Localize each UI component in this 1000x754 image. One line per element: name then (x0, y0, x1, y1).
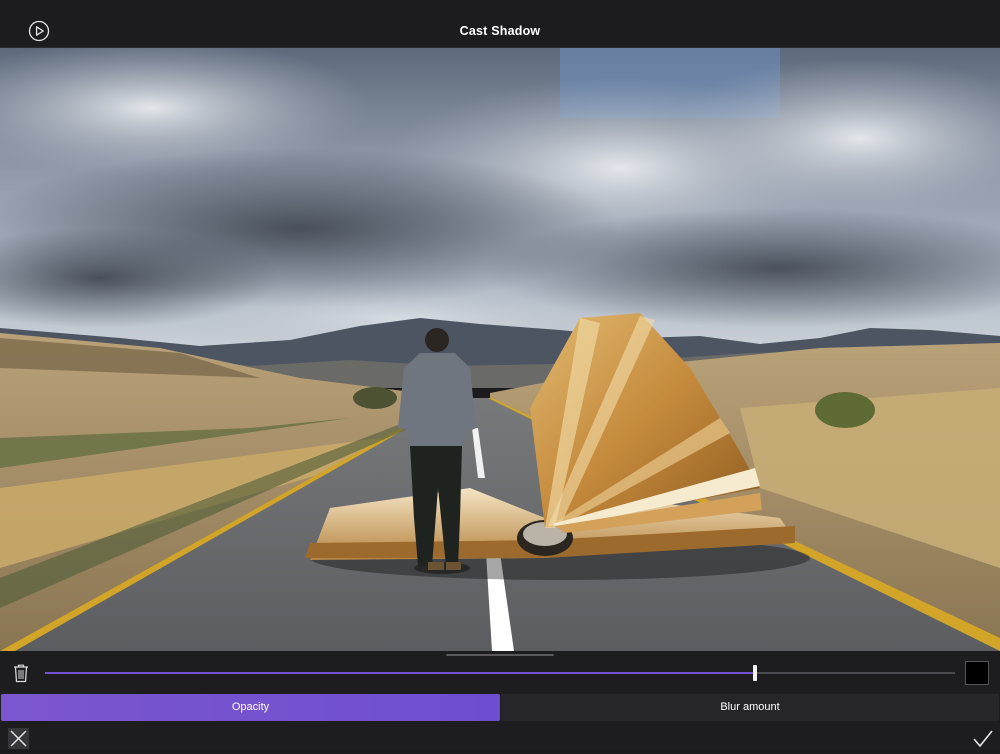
checkmark-icon (973, 730, 993, 748)
shadow-color-swatch[interactable] (965, 661, 989, 685)
tab-blur-amount[interactable]: Blur amount (501, 694, 999, 721)
trash-icon (14, 664, 28, 683)
control-tabs: Opacity Blur amount (1, 694, 999, 721)
cancel-button[interactable] (8, 728, 29, 749)
photo-canvas[interactable] (0, 48, 1000, 651)
title-bar (0, 0, 1000, 48)
slider-fill (45, 672, 755, 674)
panel-drag-handle[interactable] (446, 654, 554, 656)
play-button[interactable] (28, 20, 50, 42)
play-circle-icon (28, 20, 50, 42)
shadow-controls-panel: Opacity Blur amount (0, 651, 1000, 750)
close-icon (10, 730, 27, 747)
composite-image (0, 48, 1000, 651)
tab-opacity[interactable]: Opacity (1, 694, 500, 721)
opacity-slider[interactable] (45, 665, 955, 681)
slider-thumb[interactable] (752, 665, 757, 681)
confirm-button[interactable] (972, 728, 993, 749)
delete-shadow-button[interactable] (12, 663, 30, 683)
